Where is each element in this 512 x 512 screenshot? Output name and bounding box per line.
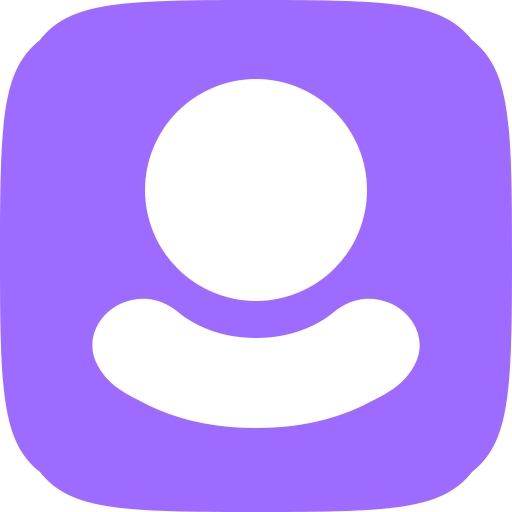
user-profile-app-icon[interactable] [0,0,512,512]
user-head-shape [145,79,367,301]
user-icon [0,0,512,512]
